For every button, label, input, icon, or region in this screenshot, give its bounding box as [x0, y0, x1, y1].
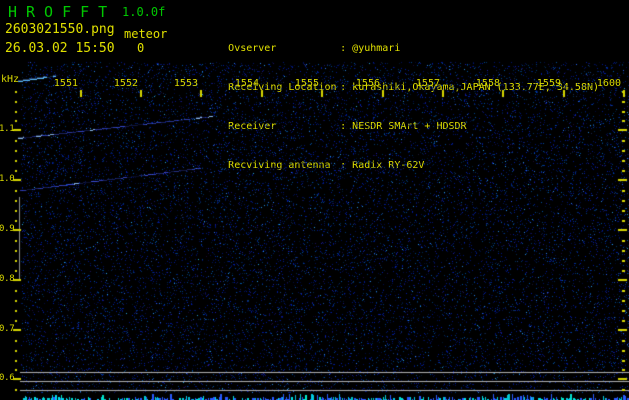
- info-row-observer: Ovserver: @yuhmari: [180, 29, 599, 54]
- spectrogram-canvas: [0, 60, 629, 400]
- info-separator: :: [340, 43, 347, 54]
- app-title: HROFFT: [8, 3, 117, 21]
- meteor-counter-value: 0: [137, 41, 145, 55]
- info-label: Ovserver: [228, 43, 277, 54]
- output-filename: 2603021550.png: [5, 22, 115, 37]
- datetime-label: 26.03.02 15:50: [5, 41, 115, 56]
- version-label: 1.0.0f: [122, 5, 166, 19]
- hrofft-screen: HROFFT 1.0.0f 2603021550.png meteor 26.0…: [0, 0, 629, 400]
- info-value: @yuhmari: [352, 43, 401, 54]
- meteor-counter-label: meteor: [124, 27, 168, 41]
